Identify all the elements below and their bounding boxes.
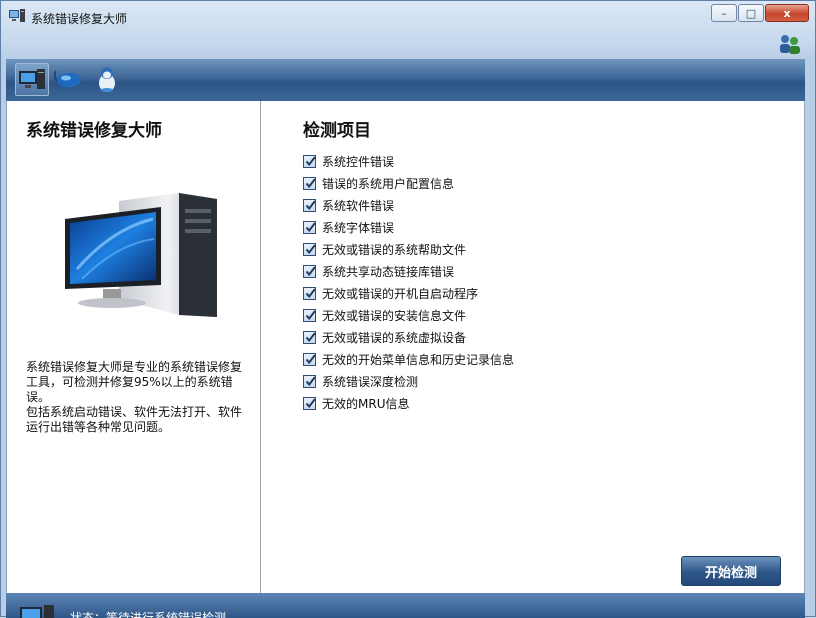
checkmark-icon xyxy=(305,155,316,166)
checkbox[interactable] xyxy=(303,220,316,234)
check-item[interactable]: 无效的开始菜单信息和历史记录信息 xyxy=(303,348,514,370)
check-item[interactable]: 无效或错误的系统虚拟设备 xyxy=(303,326,514,348)
check-item[interactable]: 系统控件错误 xyxy=(303,150,514,172)
checkmark-icon xyxy=(305,221,316,232)
check-item[interactable]: 无效的MRU信息 xyxy=(303,392,514,414)
checkmark-icon xyxy=(305,353,316,364)
check-item-label: 系统共享动态链接库错误 xyxy=(322,264,455,279)
app-icon xyxy=(9,9,25,22)
description-line-2: 包括系统启动错误、软件无法打开、软件运行出错等各种常见问题。 xyxy=(26,405,243,434)
status-computer-icon xyxy=(20,605,54,618)
checkbox[interactable] xyxy=(303,286,316,300)
checkmark-icon xyxy=(305,375,316,386)
check-item-label: 无效或错误的系统虚拟设备 xyxy=(322,330,467,345)
window-controls: – □ x xyxy=(710,4,809,24)
toolbar-qq-button[interactable] xyxy=(91,63,125,96)
check-item[interactable]: 无效或错误的安装信息文件 xyxy=(303,304,514,326)
qq-penguin-icon xyxy=(99,67,115,92)
checkmark-icon xyxy=(305,287,316,298)
check-item-label: 无效或错误的开机自启动程序 xyxy=(322,286,479,301)
status-bar: 状态：等待进行系统错误检测 xyxy=(6,593,805,618)
toolbar xyxy=(6,59,805,101)
check-item-label: 无效或错误的系统帮助文件 xyxy=(322,242,467,257)
check-item-label: 系统字体错误 xyxy=(322,220,395,235)
checkbox[interactable] xyxy=(303,330,316,344)
check-item[interactable]: 无效或错误的系统帮助文件 xyxy=(303,238,514,260)
panel-divider xyxy=(260,101,261,593)
checkbox[interactable] xyxy=(303,198,316,212)
check-item[interactable]: 错误的系统用户配置信息 xyxy=(303,172,514,194)
checkbox[interactable] xyxy=(303,352,316,366)
window-title: 系统错误修复大师 xyxy=(31,12,128,26)
check-item-label: 系统软件错误 xyxy=(322,198,395,213)
check-item[interactable]: 系统错误深度检测 xyxy=(303,370,514,392)
users-icon[interactable] xyxy=(777,33,801,55)
description-line-1: 系统错误修复大师是专业的系统错误修复工具，可检测并修复95%以上的系统错误。 xyxy=(26,360,243,404)
checkmark-icon xyxy=(305,199,316,210)
check-item[interactable]: 无效或错误的开机自启动程序 xyxy=(303,282,514,304)
check-item-label: 无效的开始菜单信息和历史记录信息 xyxy=(322,352,515,367)
maximize-button[interactable]: □ xyxy=(738,4,764,22)
check-item[interactable]: 系统软件错误 xyxy=(303,194,514,216)
checkmark-icon xyxy=(305,331,316,342)
maximize-icon: □ xyxy=(745,6,757,20)
checkbox[interactable] xyxy=(303,176,316,190)
computer-icon xyxy=(19,69,45,89)
check-item-label: 错误的系统用户配置信息 xyxy=(322,176,455,191)
main-window: 系统错误修复大师 – □ x 系统错误修复大师 系统错误修复大师是专业的系统错误… xyxy=(0,0,816,618)
checkbox[interactable] xyxy=(303,242,316,256)
minimize-button[interactable]: – xyxy=(711,4,737,22)
checkmark-icon xyxy=(305,243,316,254)
checkmark-icon xyxy=(305,177,316,188)
checkbox[interactable] xyxy=(303,264,316,278)
right-panel-title: 检测项目 xyxy=(303,121,371,141)
check-item-label: 系统控件错误 xyxy=(322,154,395,169)
close-button[interactable]: x xyxy=(765,4,809,22)
checkbox[interactable] xyxy=(303,308,316,322)
left-panel-title: 系统错误修复大师 xyxy=(26,121,162,141)
checkmark-icon xyxy=(305,397,316,408)
check-item[interactable]: 系统字体错误 xyxy=(303,216,514,238)
check-item-list: 系统控件错误 错误的系统用户配置信息 系统软件错误 系统字体错误 无效或错误的系… xyxy=(303,150,514,414)
computer-illustration xyxy=(65,193,217,317)
mouse-icon xyxy=(53,70,81,87)
checkmark-icon xyxy=(305,265,316,276)
checkmark-icon xyxy=(305,309,316,320)
check-item-label: 系统错误深度检测 xyxy=(322,374,419,389)
close-icon: x xyxy=(783,6,791,20)
content-area: 系统错误修复大师 系统错误修复大师是专业的系统错误修复工具，可检测并修复95%以… xyxy=(6,101,805,593)
title-bar: 系统错误修复大师 – □ x xyxy=(1,1,815,31)
start-scan-button[interactable]: 开始检测 xyxy=(681,556,781,586)
checkbox[interactable] xyxy=(303,154,316,168)
checkbox[interactable] xyxy=(303,374,316,388)
description-text: 系统错误修复大师是专业的系统错误修复工具，可检测并修复95%以上的系统错误。 包… xyxy=(26,360,252,435)
checkbox[interactable] xyxy=(303,396,316,410)
toolbar-mouse-button[interactable] xyxy=(53,63,87,96)
toolbar-computer-button[interactable] xyxy=(15,63,49,96)
check-item-label: 无效或错误的安装信息文件 xyxy=(322,308,467,323)
check-item-label: 无效的MRU信息 xyxy=(322,396,410,411)
check-item[interactable]: 系统共享动态链接库错误 xyxy=(303,260,514,282)
minimize-icon: – xyxy=(721,6,727,20)
